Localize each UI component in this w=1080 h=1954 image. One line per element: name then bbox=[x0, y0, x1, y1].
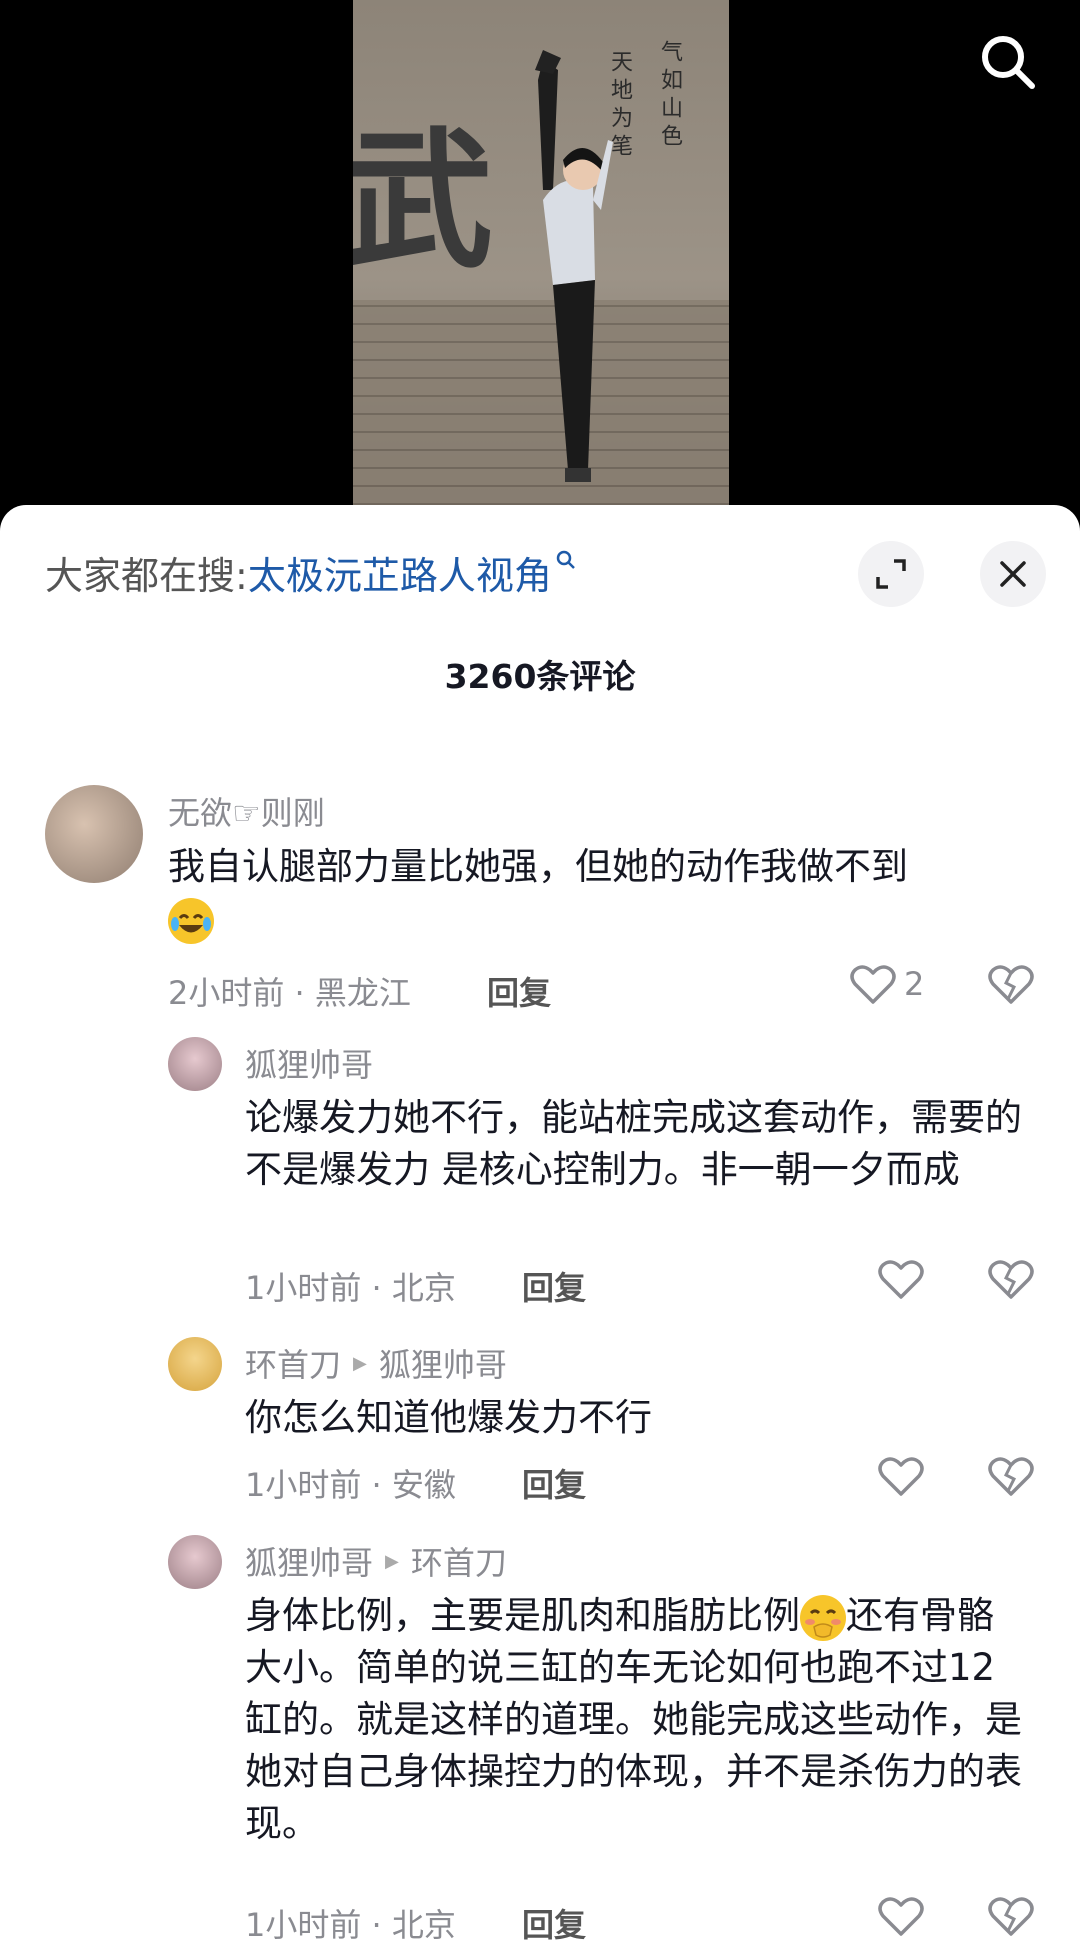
reply-button[interactable]: 回复 bbox=[522, 1900, 586, 1946]
calligraphy-right: 气如山色 bbox=[657, 40, 682, 152]
laughing-crying-emoji-icon bbox=[168, 897, 214, 944]
like-count: 2 bbox=[904, 965, 925, 1003]
video-area[interactable]: 武 天地为笔 气如山色 bbox=[0, 0, 1080, 520]
dislike-button[interactable] bbox=[988, 1455, 1034, 1501]
comment-username[interactable]: 环首刀 bbox=[245, 1340, 341, 1386]
small-search-icon bbox=[556, 550, 576, 576]
comment-username[interactable]: 狐狸帅哥 bbox=[245, 1538, 373, 1584]
comment-sheet: 大家都在搜: 太极沅芷路人视角 3260条评论 无欲☞则刚 我自认腿部力量比她强… bbox=[0, 505, 1080, 1954]
avatar[interactable] bbox=[45, 785, 143, 883]
reply-to-username[interactable]: 狐狸帅哥 bbox=[379, 1340, 507, 1386]
comment-meta: 2小时前 · 黑龙江 bbox=[168, 974, 411, 1012]
expand-button[interactable] bbox=[858, 541, 924, 607]
like-button[interactable] bbox=[878, 1895, 924, 1937]
broken-heart-icon bbox=[988, 965, 1034, 1004]
heart-icon bbox=[850, 965, 896, 1004]
comment-meta: 1小时前 · 北京 bbox=[245, 1906, 456, 1944]
expand-icon bbox=[876, 559, 906, 589]
comment-meta: 1小时前 · 安徽 bbox=[245, 1466, 456, 1504]
search-icon bbox=[982, 36, 1035, 89]
hot-search-prefix: 大家都在搜: bbox=[45, 554, 248, 598]
dislike-button[interactable] bbox=[988, 1258, 1034, 1304]
comment-text: 我自认腿部力量比她强，但她的动作我做不到 bbox=[168, 841, 1028, 945]
shy-face-emoji-icon bbox=[800, 1594, 846, 1641]
avatar[interactable] bbox=[168, 1535, 222, 1589]
comment-username-row: 环首刀 ▶ 狐狸帅哥 bbox=[245, 1340, 507, 1386]
reply-button[interactable]: 回复 bbox=[522, 1460, 586, 1506]
heart-icon bbox=[878, 1260, 924, 1299]
comment-body-a: 身体比例，主要是肌肉和脂肪比例 bbox=[245, 1594, 800, 1637]
wall-character: 武 bbox=[353, 113, 494, 289]
heart-icon bbox=[878, 1457, 924, 1496]
reply-arrow-icon: ▶ bbox=[385, 1550, 399, 1572]
comment-text: 你怎么知道他爆发力不行 bbox=[245, 1396, 652, 1439]
dislike-button[interactable] bbox=[988, 963, 1034, 1009]
like-button[interactable] bbox=[878, 1258, 924, 1300]
dislike-button[interactable] bbox=[988, 1895, 1034, 1941]
search-button[interactable] bbox=[976, 30, 1040, 94]
avatar[interactable] bbox=[168, 1037, 222, 1091]
hot-search-keyword[interactable]: 太极沅芷路人视角 bbox=[248, 545, 552, 600]
broken-heart-icon bbox=[988, 1897, 1034, 1936]
comment-meta: 1小时前 · 北京 bbox=[245, 1269, 456, 1307]
avatar[interactable] bbox=[168, 1337, 222, 1391]
comment-body: 我自认腿部力量比她强，但她的动作我做不到 bbox=[168, 845, 908, 888]
reply-arrow-icon: ▶ bbox=[353, 1352, 367, 1374]
hot-search-bar[interactable]: 大家都在搜: 太极沅芷路人视角 bbox=[45, 545, 576, 600]
close-icon bbox=[1000, 561, 1026, 587]
broken-heart-icon bbox=[988, 1260, 1034, 1299]
comment-text: 身体比例，主要是肌肉和脂肪比例 还有骨骼大小。简单的说三缸的车无论如何也跑不过12… bbox=[245, 1590, 1025, 1850]
like-button[interactable]: 2 bbox=[850, 963, 924, 1005]
close-button[interactable] bbox=[980, 541, 1046, 607]
reply-button[interactable]: 回复 bbox=[522, 1263, 586, 1309]
reply-to-username[interactable]: 环首刀 bbox=[411, 1538, 507, 1584]
comment-username[interactable]: 狐狸帅哥 bbox=[245, 1040, 373, 1086]
comment-text: 论爆发力她不行，能站桩完成这套动作，需要的不是爆发力 是核心控制力。非一朝一夕而… bbox=[245, 1096, 1022, 1191]
comment-username-row: 狐狸帅哥 ▶ 环首刀 bbox=[245, 1538, 507, 1584]
video-thumbnail[interactable]: 武 天地为笔 气如山色 bbox=[353, 0, 729, 505]
comment-count: 3260条评论 bbox=[444, 657, 636, 696]
heart-icon bbox=[878, 1897, 924, 1936]
like-button[interactable] bbox=[878, 1455, 924, 1497]
reply-button[interactable]: 回复 bbox=[487, 968, 551, 1014]
performer-figure bbox=[535, 50, 613, 482]
broken-heart-icon bbox=[988, 1457, 1034, 1496]
comment-username[interactable]: 无欲☞则刚 bbox=[168, 788, 325, 834]
